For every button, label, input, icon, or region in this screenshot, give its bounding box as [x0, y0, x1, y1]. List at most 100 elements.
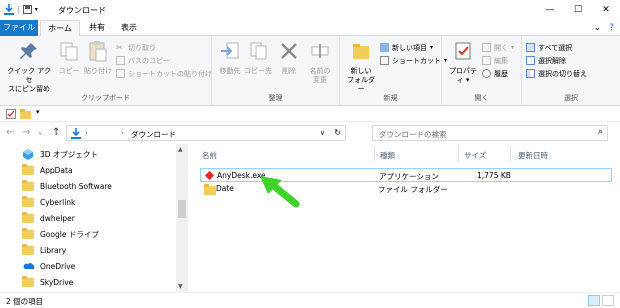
invert-selection-icon [526, 69, 535, 78]
recent-locations-icon[interactable]: ∨ [38, 130, 42, 137]
select-none-icon [526, 56, 535, 65]
column-divider[interactable] [374, 146, 375, 162]
quick-access-row: ▾ [0, 106, 620, 122]
clipboard-group: クイック アクセ スにピン留め コピー 貼り付け ✂ 切り取り パスのコピー シ… [0, 36, 212, 106]
column-divider[interactable] [458, 146, 459, 162]
column-header-type[interactable]: 種類 [380, 150, 395, 161]
nav-item-library[interactable]: Library [22, 242, 66, 258]
paste-shortcut-label: ショートカットの貼り付け [128, 69, 212, 78]
back-arrow-icon[interactable]: ← [6, 127, 14, 138]
tab-share[interactable]: 共有 [84, 20, 110, 36]
delete-label: 削除 [282, 67, 296, 75]
paste-shortcut-icon [116, 69, 125, 78]
column-header-modified[interactable]: 更新日時 [518, 150, 548, 161]
search-input[interactable]: ダウンロードの検索 ⌕ [372, 125, 608, 141]
collapse-ribbon-icon[interactable]: ⌄ [594, 23, 602, 33]
refresh-icon[interactable]: ↻ [334, 128, 341, 137]
nav-item-google-drive[interactable]: Google ドライブ [22, 226, 99, 242]
help-icon[interactable]: ? [609, 23, 614, 33]
scroll-up-icon[interactable]: ▲ [178, 146, 183, 153]
nav-item-label: Cyberlink [40, 197, 76, 207]
anydesk-app-icon [205, 171, 214, 180]
select-all-icon [526, 43, 535, 52]
breadcrumb-separator-icon[interactable]: › [85, 129, 88, 137]
nav-item-appdata[interactable]: AppData [22, 162, 73, 178]
maximize-button[interactable]: ☐ [564, 0, 592, 20]
folder-icon[interactable] [20, 109, 31, 119]
column-header-size[interactable]: サイズ [464, 150, 486, 161]
edit-label: 編集 [494, 56, 508, 65]
nav-item-cyberlink[interactable]: Cyberlink [22, 194, 75, 210]
large-icons-view-icon[interactable] [602, 295, 614, 306]
address-dropdown-icon[interactable]: ∨ [320, 129, 325, 137]
shortcut-button[interactable]: ショートカット ▾ [380, 55, 447, 66]
rename-label-2: 変更 [313, 76, 327, 84]
new-item-button[interactable]: 新しい項目 ▾ [380, 42, 433, 53]
nav-item-onedrive[interactable]: OneDrive [22, 258, 75, 274]
checkbox-icon[interactable] [6, 109, 16, 119]
copy-to-label: コピー先 [244, 67, 272, 75]
forward-arrow-icon[interactable]: → [22, 127, 30, 138]
copy-icon [60, 42, 78, 61]
pin-quick-access-button[interactable]: クイック アクセ スにピン留め [4, 40, 54, 94]
edit-button[interactable]: 編集 [482, 55, 508, 66]
details-view-icon[interactable] [588, 295, 600, 306]
cut-button[interactable]: ✂ 切り取り [116, 42, 156, 53]
breadcrumb-separator-icon[interactable]: › [121, 129, 124, 137]
address-bar[interactable]: › › ダウンロード ∨ ↻ [66, 125, 346, 141]
address-path[interactable]: ダウンロード [131, 129, 176, 140]
paste-shortcut-button[interactable]: ショートカットの貼り付け [116, 68, 212, 79]
delete-button[interactable]: 削除 [278, 40, 300, 76]
nav-item-dwhelper[interactable]: dwhelper [22, 210, 75, 226]
scroll-down-icon[interactable]: ▼ [178, 283, 183, 290]
status-bar: 2 個の項目 [0, 292, 620, 308]
paste-icon [89, 41, 107, 62]
folder-icon [22, 211, 34, 223]
column-header-name[interactable]: 名前 [202, 150, 217, 161]
select-all-button[interactable]: すべて選択 [526, 42, 572, 53]
onedrive-icon [23, 263, 34, 269]
select-none-button[interactable]: 選択解除 [526, 55, 566, 66]
close-button[interactable]: ✕ [592, 0, 620, 20]
open-button[interactable]: 開く ▾ [482, 42, 514, 53]
move-to-icon [221, 42, 239, 59]
customize-toolbar-icon[interactable]: ▾ [36, 108, 40, 116]
tab-view[interactable]: 表示 [116, 20, 142, 36]
up-arrow-icon[interactable]: ↑ [52, 127, 60, 138]
navigation-scrollbar[interactable]: ▲ ▼ [176, 144, 188, 292]
new-folder-icon [353, 44, 369, 59]
file-size: 1,775 KB [477, 171, 511, 180]
save-icon[interactable] [22, 5, 32, 14]
tab-home[interactable]: ホーム [40, 20, 80, 37]
copy-to-button[interactable]: コピー先 [244, 40, 272, 76]
new-folder-button[interactable]: 新しい フォルダー [344, 40, 378, 94]
scrollbar-thumb[interactable] [178, 200, 186, 218]
nav-item-skydrive[interactable]: SkyDrive [22, 274, 73, 290]
column-divider[interactable] [510, 146, 511, 162]
copy-path-button[interactable]: パスのコピー [116, 55, 170, 66]
new-item-label: 新しい項目 [392, 43, 427, 52]
download-folder-icon [4, 4, 14, 15]
rename-button[interactable]: 名前の 変更 [306, 40, 334, 85]
paste-label: 貼り付け [84, 67, 112, 75]
nav-item-bluetooth-software[interactable]: Bluetooth Software [22, 178, 112, 194]
search-placeholder: ダウンロードの検索 [379, 130, 447, 139]
chevron-down-icon: ▾ [511, 44, 515, 51]
open-label: 開く [494, 43, 508, 52]
folder-icon [204, 184, 216, 195]
invert-selection-button[interactable]: 選択の切り替え [526, 68, 587, 79]
minimize-button[interactable]: — [536, 0, 564, 20]
properties-button[interactable]: プロパティ ▾ [446, 40, 480, 85]
folder-icon [22, 179, 34, 191]
tab-file[interactable]: ファイル [0, 20, 38, 36]
chevron-down-icon[interactable]: ▾ [35, 6, 38, 13]
nav-item-label: dwhelper [40, 213, 75, 223]
copy-button[interactable]: コピー [56, 40, 82, 76]
open-group: プロパティ ▾ 開く ▾ 編集 履歴 開く [442, 36, 522, 106]
file-type: ファイル フォルダー [378, 185, 448, 194]
paste-button[interactable]: 貼り付け [82, 40, 114, 76]
move-to-button[interactable]: 移動先 [216, 40, 244, 76]
history-button[interactable]: 履歴 [482, 68, 508, 79]
open-icon [482, 43, 491, 52]
nav-item-3d-objects[interactable]: 3D オブジェクト [22, 146, 98, 162]
